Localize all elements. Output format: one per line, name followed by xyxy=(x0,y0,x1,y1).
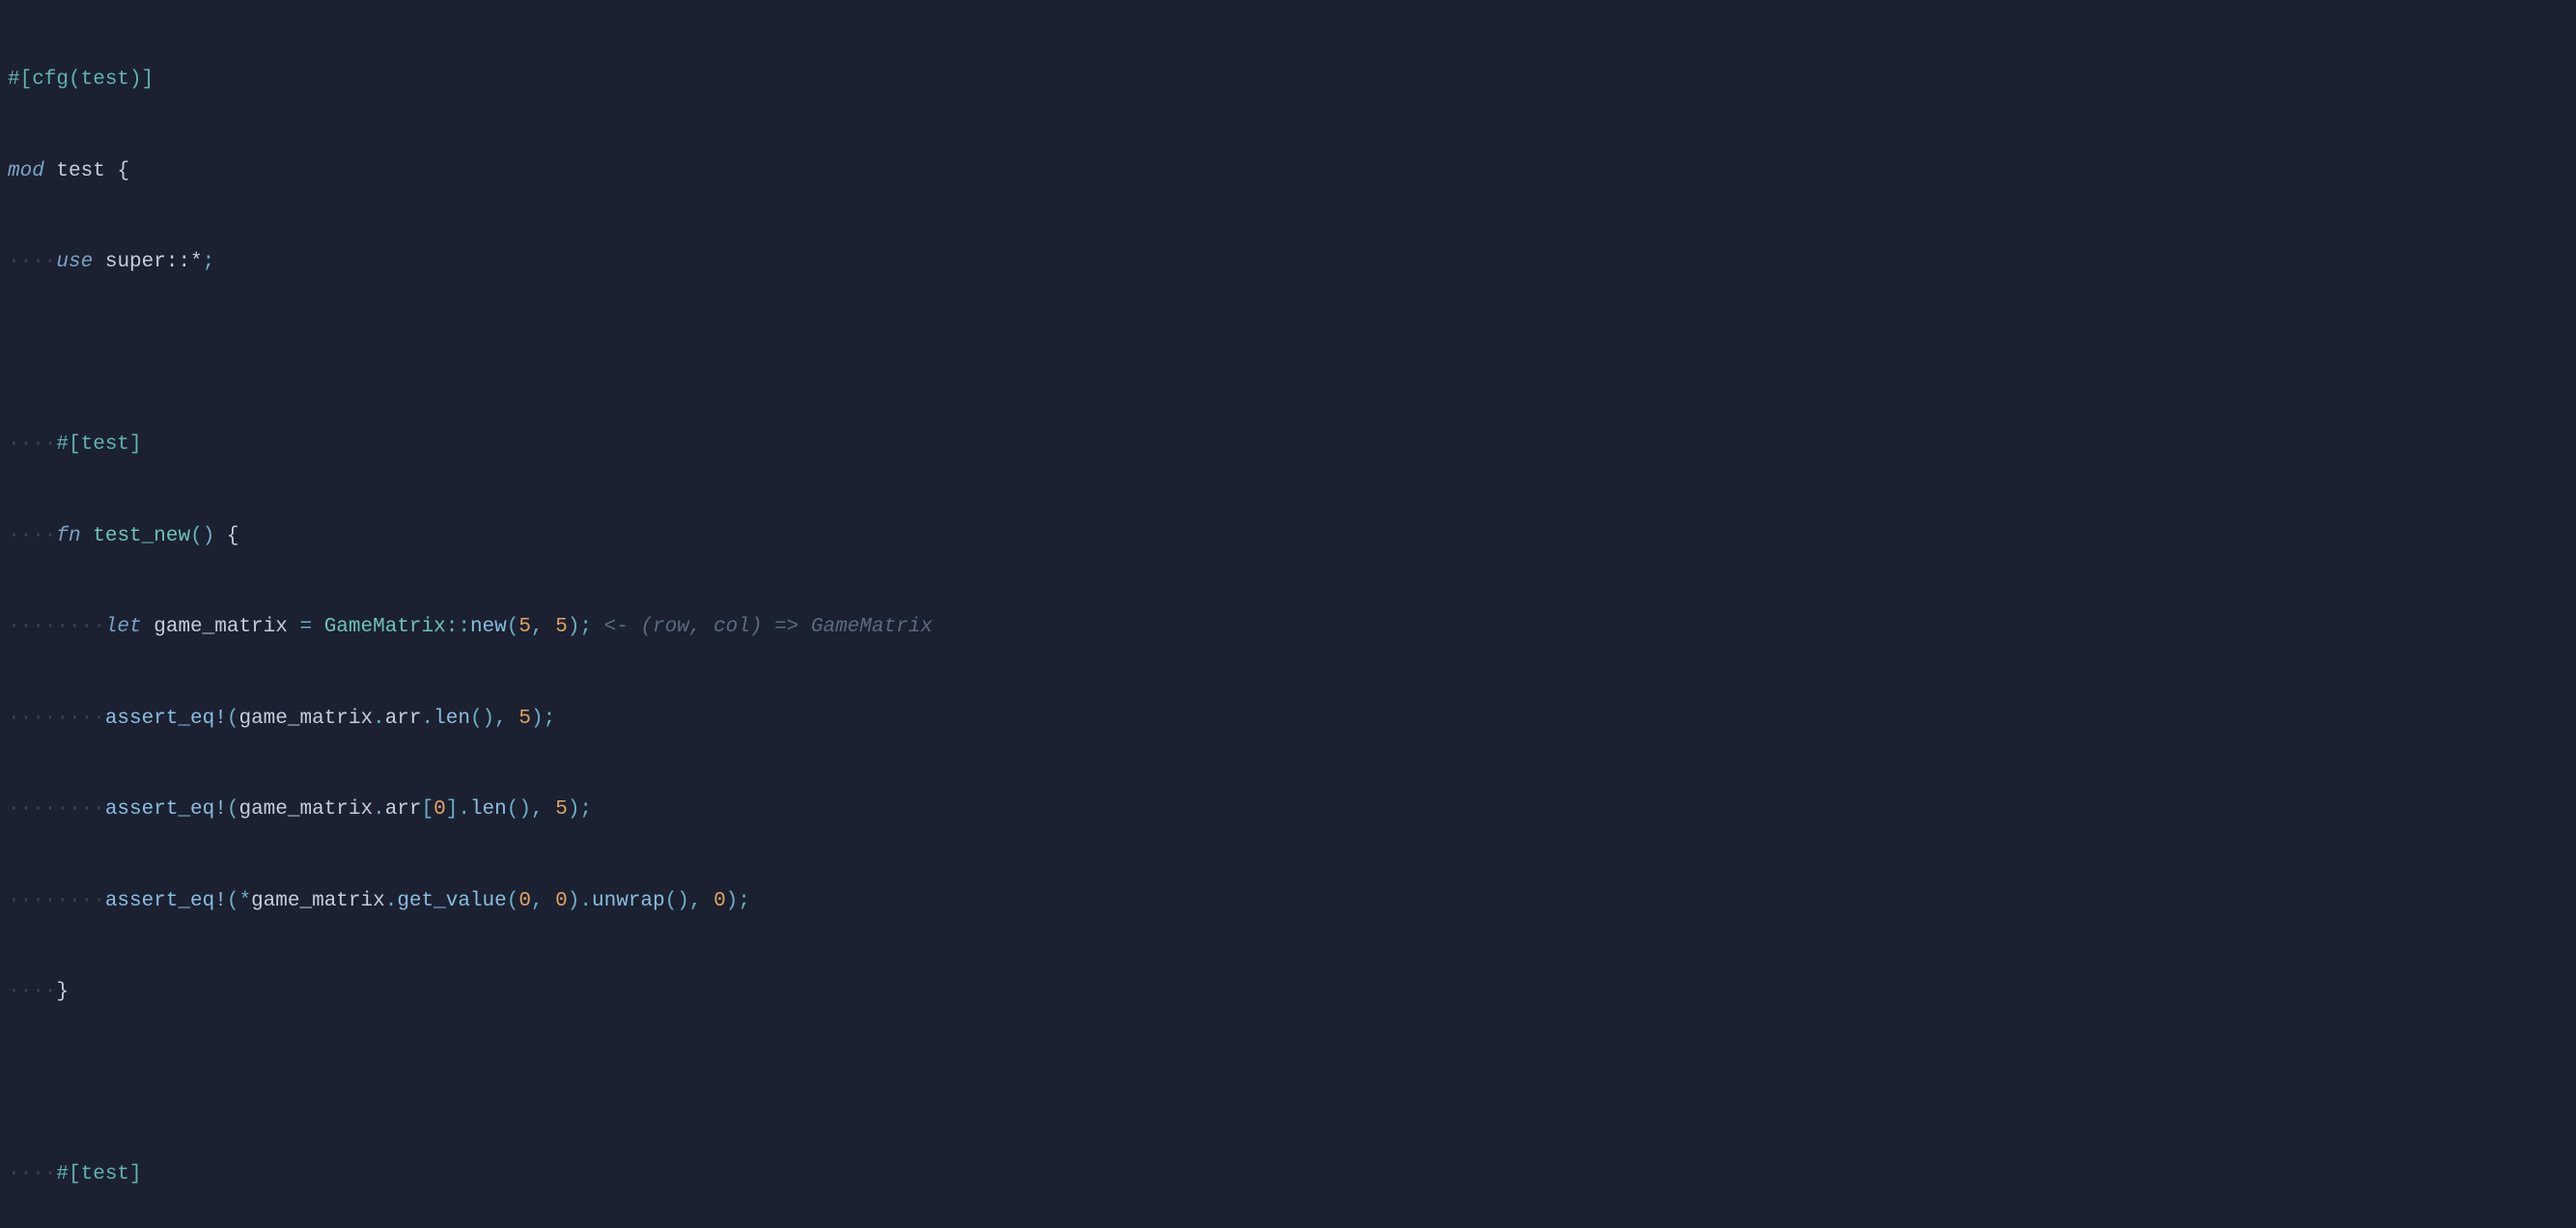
code-editor[interactable]: #[cfg(test)] mod test { ····use super::*… xyxy=(0,0,2576,1228)
num: 0 xyxy=(555,886,568,917)
num: 0 xyxy=(714,886,726,917)
indent: ········ xyxy=(8,704,105,735)
macro-assert-eq: assert_eq! xyxy=(105,886,227,917)
space xyxy=(142,612,154,643)
paren-close: ) xyxy=(203,521,215,552)
indent: ········ xyxy=(8,795,105,825)
inlay-hint: <- (row, col) => GameMatrix xyxy=(604,612,933,643)
num: 5 xyxy=(555,795,568,825)
code-line[interactable]: ········assert_eq!(*game_matrix.get_valu… xyxy=(8,886,2568,917)
indent: ········ xyxy=(8,612,105,643)
brace-close: } xyxy=(56,977,69,1008)
indent: ···· xyxy=(8,1159,56,1190)
code-line[interactable]: ····#[test] xyxy=(8,1159,2568,1190)
num: 0 xyxy=(518,886,531,917)
attr-cfg-test: #[cfg(test)] xyxy=(8,65,154,96)
indent: ···· xyxy=(8,977,56,1008)
kw-use: use xyxy=(56,247,93,278)
op-eq: = xyxy=(299,612,312,643)
ident-test: test xyxy=(56,156,104,187)
kw-mod: mod xyxy=(8,156,44,187)
code-line[interactable]: ····fn test_new() { xyxy=(8,521,2568,552)
space xyxy=(214,521,227,552)
code-line[interactable]: mod test { xyxy=(8,156,2568,187)
num: 5 xyxy=(518,612,531,643)
semi: ; xyxy=(203,247,215,278)
code-line[interactable]: ········assert_eq!(game_matrix.arr[0].le… xyxy=(8,795,2568,825)
space xyxy=(288,612,300,643)
num: 5 xyxy=(555,612,568,643)
code-line[interactable]: ····} xyxy=(8,977,2568,1008)
macro-assert-eq: assert_eq! xyxy=(105,795,227,825)
type-gamematrix: GameMatrix xyxy=(324,612,446,643)
space xyxy=(81,521,94,552)
space xyxy=(44,156,57,187)
space xyxy=(105,156,118,187)
code-line[interactable]: #[cfg(test)] xyxy=(8,65,2568,96)
brace-open: { xyxy=(117,156,129,187)
kw-let: let xyxy=(105,612,142,643)
fn-name: test_new xyxy=(93,521,190,552)
num: 0 xyxy=(434,795,446,825)
indent: ···· xyxy=(8,247,56,278)
space xyxy=(93,247,105,278)
code-line[interactable] xyxy=(8,339,2568,370)
code-line[interactable]: ····#[test] xyxy=(8,430,2568,460)
var-game-matrix: game_matrix xyxy=(154,612,288,643)
attr-test: #[test] xyxy=(56,1159,141,1190)
code-line[interactable] xyxy=(8,1069,2568,1100)
indent: ···· xyxy=(8,430,56,460)
dcolon: :: xyxy=(446,612,470,643)
fn-new: new xyxy=(470,612,507,643)
kw-fn: fn xyxy=(56,521,80,552)
indent: ········ xyxy=(8,886,105,917)
indent: ···· xyxy=(8,521,56,552)
code-line[interactable]: ········assert_eq!(game_matrix.arr.len()… xyxy=(8,704,2568,735)
path-super: super::* xyxy=(105,247,203,278)
attr-test: #[test] xyxy=(56,430,141,460)
code-line[interactable]: ········let game_matrix = GameMatrix::ne… xyxy=(8,612,2568,643)
code-line[interactable]: ····use super::*; xyxy=(8,247,2568,278)
num: 5 xyxy=(518,704,531,735)
space xyxy=(312,612,324,643)
brace-open: { xyxy=(227,521,239,552)
macro-assert-eq: assert_eq! xyxy=(105,704,227,735)
paren-open: ( xyxy=(190,521,203,552)
